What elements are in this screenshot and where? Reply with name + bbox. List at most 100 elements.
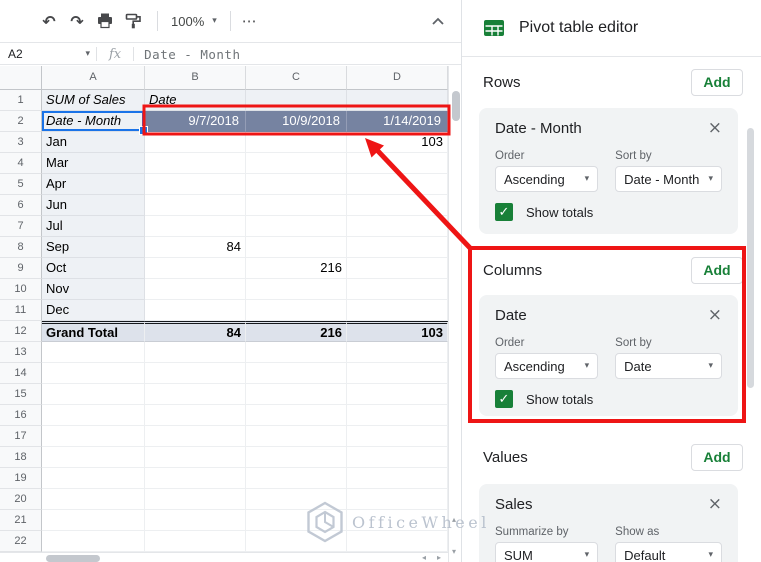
cell-C1[interactable] [246, 90, 347, 111]
cell-C10[interactable] [246, 279, 347, 300]
column-header-C[interactable]: C [246, 66, 347, 90]
cell-A15[interactable] [42, 384, 145, 405]
cell-D6[interactable] [347, 195, 448, 216]
close-icon[interactable]: × [708, 307, 722, 324]
more-icon[interactable]: ⋯ [242, 12, 258, 30]
vertical-scrollbar[interactable]: ▴ ▾ [448, 66, 461, 562]
cell-B16[interactable] [145, 405, 246, 426]
cell-D17[interactable] [347, 426, 448, 447]
columns-sortby-select[interactable]: Date ▾ [615, 353, 722, 379]
row-header-20[interactable]: 20 [0, 489, 42, 510]
toolbar-collapse-icon[interactable] [429, 13, 447, 31]
cell-C3[interactable] [246, 132, 347, 153]
cell-B20[interactable] [145, 489, 246, 510]
cell-D1[interactable] [347, 90, 448, 111]
cell-C9[interactable]: 216 [246, 258, 347, 279]
row-header-3[interactable]: 3 [0, 132, 42, 153]
name-box[interactable]: A2 ▾ [0, 47, 96, 61]
row-header-7[interactable]: 7 [0, 216, 42, 237]
scroll-left-icon[interactable]: ◂ [422, 553, 426, 562]
cell-D5[interactable] [347, 174, 448, 195]
rows-sortby-select[interactable]: Date - Month ▾ [615, 166, 722, 192]
close-icon[interactable]: × [708, 120, 722, 137]
redo-icon[interactable]: ↷ [64, 8, 90, 34]
show-as-select[interactable]: Default ▾ [615, 542, 722, 562]
cell-D8[interactable] [347, 237, 448, 258]
cell-C18[interactable] [246, 447, 347, 468]
rows-add-button[interactable]: Add [691, 69, 743, 96]
cell-A18[interactable] [42, 447, 145, 468]
row-header-21[interactable]: 21 [0, 510, 42, 531]
cell-D14[interactable] [347, 363, 448, 384]
row-header-5[interactable]: 5 [0, 174, 42, 195]
cell-A22[interactable] [42, 531, 145, 552]
show-totals-checkbox[interactable]: ✓ [495, 390, 513, 408]
cell-A3[interactable]: Jan [42, 132, 145, 153]
row-header-14[interactable]: 14 [0, 363, 42, 384]
cell-A10[interactable]: Nov [42, 279, 145, 300]
columns-add-button[interactable]: Add [691, 257, 743, 284]
cell-C14[interactable] [246, 363, 347, 384]
cell-A14[interactable] [42, 363, 145, 384]
cell-D2[interactable]: 1/14/2019 [347, 111, 448, 132]
zoom-control[interactable]: 100% ▾ [167, 14, 221, 29]
cell-C17[interactable] [246, 426, 347, 447]
cell-C13[interactable] [246, 342, 347, 363]
cell-C19[interactable] [246, 468, 347, 489]
cell-A17[interactable] [42, 426, 145, 447]
scroll-right-icon[interactable]: ▸ [437, 553, 441, 562]
scroll-down-icon[interactable]: ▾ [452, 547, 456, 557]
cell-D3[interactable]: 103 [347, 132, 448, 153]
cell-B15[interactable] [145, 384, 246, 405]
cell-B4[interactable] [145, 153, 246, 174]
cell-A12[interactable]: Grand Total [42, 321, 145, 342]
cell-B22[interactable] [145, 531, 246, 552]
row-header-19[interactable]: 19 [0, 468, 42, 489]
cell-A6[interactable]: Jun [42, 195, 145, 216]
cell-C16[interactable] [246, 405, 347, 426]
close-icon[interactable]: × [708, 496, 722, 513]
row-header-10[interactable]: 10 [0, 279, 42, 300]
cell-A13[interactable] [42, 342, 145, 363]
cell-D7[interactable] [347, 216, 448, 237]
row-header-12[interactable]: 12 [0, 321, 42, 342]
row-header-13[interactable]: 13 [0, 342, 42, 363]
fill-handle[interactable] [139, 126, 148, 135]
cell-B8[interactable]: 84 [145, 237, 246, 258]
cell-C15[interactable] [246, 384, 347, 405]
cell-D15[interactable] [347, 384, 448, 405]
cell-B6[interactable] [145, 195, 246, 216]
print-icon[interactable] [92, 8, 118, 34]
cell-D16[interactable] [347, 405, 448, 426]
cell-B12[interactable]: 84 [145, 321, 246, 342]
cell-B9[interactable] [145, 258, 246, 279]
values-add-button[interactable]: Add [691, 444, 743, 471]
cell-A9[interactable]: Oct [42, 258, 145, 279]
cell-B13[interactable] [145, 342, 246, 363]
cell-A21[interactable] [42, 510, 145, 531]
cell-D18[interactable] [347, 447, 448, 468]
cell-C5[interactable] [246, 174, 347, 195]
cell-D13[interactable] [347, 342, 448, 363]
row-header-9[interactable]: 9 [0, 258, 42, 279]
cell-C6[interactable] [246, 195, 347, 216]
summarize-by-select[interactable]: SUM ▾ [495, 542, 598, 562]
cell-C4[interactable] [246, 153, 347, 174]
cell-A2[interactable]: Date - Month [42, 111, 145, 132]
row-header-16[interactable]: 16 [0, 405, 42, 426]
horizontal-scrollbar[interactable]: ◂ ▸ [0, 552, 448, 562]
cell-B1[interactable]: Date [145, 90, 246, 111]
cell-A8[interactable]: Sep [42, 237, 145, 258]
cell-A7[interactable]: Jul [42, 216, 145, 237]
cell-D9[interactable] [347, 258, 448, 279]
cell-B2[interactable]: 9/7/2018 [145, 111, 246, 132]
cell-D10[interactable] [347, 279, 448, 300]
paint-format-icon[interactable] [120, 8, 146, 34]
cell-A20[interactable] [42, 489, 145, 510]
cell-B11[interactable] [145, 300, 246, 321]
columns-order-select[interactable]: Ascending ▾ [495, 353, 598, 379]
cell-B21[interactable] [145, 510, 246, 531]
row-header-11[interactable]: 11 [0, 300, 42, 321]
cell-D12[interactable]: 103 [347, 321, 448, 342]
rows-order-select[interactable]: Ascending ▾ [495, 166, 598, 192]
